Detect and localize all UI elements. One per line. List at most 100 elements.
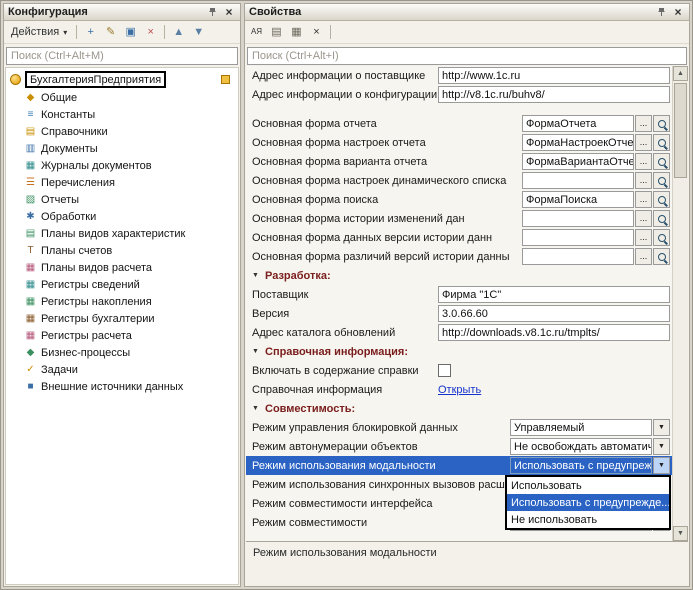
important-properties-button[interactable]: ▦ <box>287 23 306 42</box>
property-row[interactable]: Включать в содержание справки <box>246 361 672 380</box>
tree-item[interactable]: ▦Журналы документов <box>6 157 238 174</box>
section-row[interactable]: ▼Справочная информация: <box>246 342 672 361</box>
tree-item[interactable]: ◆Бизнес-процессы <box>6 344 238 361</box>
property-row[interactable]: ПоставщикФирма "1С" <box>246 285 672 304</box>
dropdown-item[interactable]: Не использовать <box>507 511 669 528</box>
property-row[interactable]: Версия3.0.66.60 <box>246 304 672 323</box>
text-field[interactable]: http://v8.1c.ru/buhv8/ <box>438 86 670 103</box>
property-row[interactable]: Основная форма отчетаФормаОтчета... <box>246 114 672 133</box>
open-loupe-button[interactable] <box>653 229 670 246</box>
section-row[interactable]: ▼Совместимость: <box>246 399 672 418</box>
property-row[interactable]: Основная форма истории изменений дан... <box>246 209 672 228</box>
tree-item[interactable]: ▤Справочники <box>6 123 238 140</box>
open-loupe-button[interactable] <box>653 172 670 189</box>
property-row[interactable]: Основная форма настроек отчетаФормаНастр… <box>246 133 672 152</box>
clear-filter-button[interactable]: × <box>307 23 326 42</box>
copy-button[interactable]: ▣ <box>121 23 140 42</box>
open-loupe-button[interactable] <box>653 134 670 151</box>
scroll-up-icon[interactable]: ▲ <box>673 66 688 81</box>
categories-tabs-button[interactable]: ▤ <box>267 23 286 42</box>
ellipsis-button[interactable]: ... <box>635 153 652 170</box>
sort-order-button[interactable]: АЯ <box>247 23 266 42</box>
combo-field[interactable]: Управляемый <box>510 419 652 436</box>
property-row[interactable]: Основная форма поискаФормаПоиска... <box>246 190 672 209</box>
tree-item[interactable]: ◆Общие <box>6 89 238 106</box>
dropdown-item[interactable]: Использовать с предупрежде... <box>507 494 669 511</box>
close-icon[interactable] <box>222 6 236 19</box>
property-row[interactable]: Режим управления блокировкой данныхУправ… <box>246 418 672 437</box>
text-field[interactable]: 3.0.66.60 <box>438 305 670 322</box>
form-field[interactable]: ФормаОтчета <box>522 115 634 132</box>
ellipsis-button[interactable]: ... <box>635 191 652 208</box>
scroll-down-icon[interactable]: ▼ <box>673 526 688 541</box>
property-row[interactable]: Адрес каталога обновленийhttp://download… <box>246 323 672 342</box>
tree-item[interactable]: ▦Регистры расчета <box>6 327 238 344</box>
form-field[interactable] <box>522 172 634 189</box>
text-field[interactable]: http://www.1c.ru <box>438 67 670 84</box>
form-field[interactable]: ФормаВариантаОтчет <box>522 153 634 170</box>
form-field[interactable] <box>522 210 634 227</box>
open-loupe-button[interactable] <box>653 191 670 208</box>
combo-arrow-button[interactable]: ▼ <box>653 457 670 474</box>
tree-root-item[interactable]: БухгалтерияПредприятия <box>6 70 238 89</box>
text-field[interactable]: http://downloads.v8.1c.ru/tmplts/ <box>438 324 670 341</box>
form-field[interactable]: ФормаПоиска <box>522 191 634 208</box>
property-row[interactable]: Режим использования модальностиИспользов… <box>246 456 672 475</box>
ellipsis-button[interactable]: ... <box>635 134 652 151</box>
form-field[interactable]: ФормаНастроекОтчет <box>522 134 634 151</box>
checkbox[interactable] <box>438 364 451 377</box>
add-button[interactable]: + <box>81 23 100 42</box>
ellipsis-button[interactable]: ... <box>635 115 652 132</box>
form-field[interactable] <box>522 248 634 265</box>
pin-icon[interactable] <box>654 6 668 19</box>
tree-item[interactable]: ▦Регистры сведений <box>6 276 238 293</box>
tree-item[interactable]: ▦Планы видов расчета <box>6 259 238 276</box>
scrollbar-thumb[interactable] <box>674 83 687 178</box>
tree-item[interactable]: ▥Документы <box>6 140 238 157</box>
open-link[interactable]: Открыть <box>438 384 481 396</box>
tree-item[interactable]: ▨Отчеты <box>6 191 238 208</box>
tree-item[interactable]: ✓Задачи <box>6 361 238 378</box>
combo-arrow-button[interactable]: ▼ <box>653 438 670 455</box>
tree-item[interactable]: ▤Планы видов характеристик <box>6 225 238 242</box>
tree-item[interactable]: ТПланы счетов <box>6 242 238 259</box>
property-row[interactable]: Режим автонумерации объектовНе освобожда… <box>246 437 672 456</box>
tree-item[interactable]: ≡Константы <box>6 106 238 123</box>
ellipsis-button[interactable]: ... <box>635 229 652 246</box>
edit-pencil-button[interactable]: ✎ <box>101 23 120 42</box>
property-row[interactable]: Основная форма данных версии истории дан… <box>246 228 672 247</box>
combo-arrow-button[interactable]: ▼ <box>653 419 670 436</box>
open-loupe-button[interactable] <box>653 210 670 227</box>
open-loupe-button[interactable] <box>653 153 670 170</box>
ellipsis-button[interactable]: ... <box>635 172 652 189</box>
properties-search-input[interactable] <box>247 47 687 65</box>
form-field[interactable] <box>522 229 634 246</box>
text-field[interactable]: Фирма "1С" <box>438 286 670 303</box>
property-row[interactable]: Адрес информации о конфигурацииhttp://v8… <box>246 85 672 104</box>
tree-item[interactable]: ▦Регистры накопления <box>6 293 238 310</box>
ellipsis-button[interactable]: ... <box>635 210 652 227</box>
actions-menu-button[interactable]: Действия <box>6 23 72 42</box>
property-row[interactable]: Основная форма различий версий истории д… <box>246 247 672 266</box>
vertical-scrollbar[interactable]: ▲ ▼ <box>672 66 688 541</box>
tree-item[interactable]: ✱Обработки <box>6 208 238 225</box>
property-row[interactable]: Основная форма настроек динамического сп… <box>246 171 672 190</box>
open-loupe-button[interactable] <box>653 115 670 132</box>
pin-icon[interactable] <box>205 6 219 19</box>
open-loupe-button[interactable] <box>653 248 670 265</box>
combo-field[interactable]: Не освобождать автоматичес <box>510 438 652 455</box>
property-row[interactable]: Основная форма варианта отчетаФормаВариа… <box>246 152 672 171</box>
tree-search-input[interactable] <box>6 47 238 65</box>
tree-item[interactable]: ☰Перечисления <box>6 174 238 191</box>
property-row[interactable]: Справочная информацияОткрыть <box>246 380 672 399</box>
dropdown-item[interactable]: Использовать <box>507 477 669 494</box>
combo-field[interactable]: Использовать с предупрежд <box>510 457 652 474</box>
section-row[interactable]: ▼Разработка: <box>246 266 672 285</box>
tree-item[interactable]: ■Внешние источники данных <box>6 378 238 395</box>
move-down-button[interactable]: ▼ <box>189 23 208 42</box>
close-icon[interactable] <box>671 6 685 19</box>
move-up-button[interactable]: ▲ <box>169 23 188 42</box>
tree-item[interactable]: ▦Регистры бухгалтерии <box>6 310 238 327</box>
ellipsis-button[interactable]: ... <box>635 248 652 265</box>
delete-button[interactable]: × <box>141 23 160 42</box>
